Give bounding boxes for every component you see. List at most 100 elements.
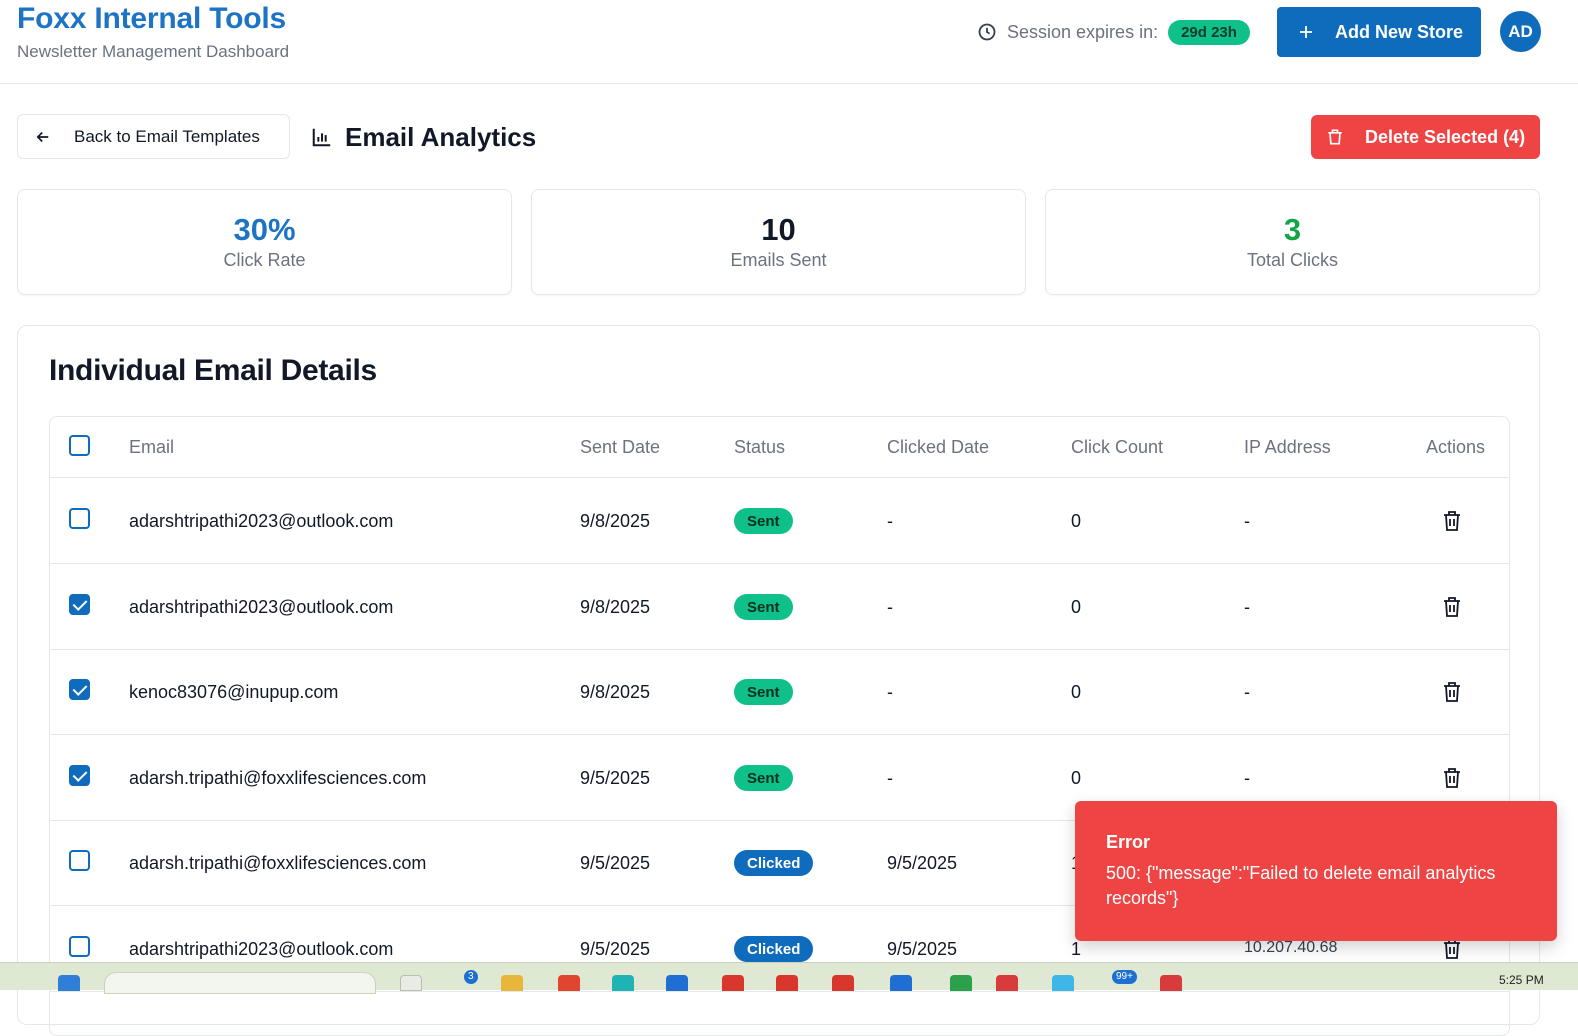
- stat-value: 10: [761, 212, 796, 247]
- row-ip-address: -: [1244, 511, 1250, 531]
- taskbar-search-box[interactable]: [104, 972, 376, 994]
- app-icon[interactable]: [558, 975, 580, 991]
- row-ip-address: 10.207.40.68: [1244, 939, 1338, 956]
- os-taskbar: 3 99+ 5:25 PM: [0, 962, 1578, 994]
- row-sent-date: 9/8/2025: [580, 511, 651, 531]
- row-click-count: 1: [1071, 939, 1082, 959]
- table-header: Email Sent Date Status Clicked Date Clic…: [50, 417, 1509, 478]
- session-badge: 29d 23h: [1168, 19, 1250, 45]
- stat-label: Emails Sent: [730, 250, 827, 270]
- row-checkbox[interactable]: [69, 594, 90, 615]
- row-clicked-date: 9/5/2025: [887, 939, 958, 959]
- add-new-store-label: Add New Store: [1335, 21, 1464, 42]
- stat-card-emails-sent: 10 Emails Sent: [531, 189, 1026, 295]
- gmail-icon[interactable]: [1160, 975, 1182, 991]
- add-new-store-button[interactable]: Add New Store: [1277, 7, 1481, 57]
- row-email: adarsh.tripathi@foxxlifesciences.com: [129, 853, 427, 873]
- row-sent-date: 9/5/2025: [580, 768, 651, 788]
- delete-row-icon[interactable]: [1442, 681, 1462, 703]
- app-title[interactable]: Foxx Internal Tools: [17, 2, 286, 36]
- row-click-count: 0: [1071, 511, 1082, 531]
- row-email: kenoc83076@inupup.com: [129, 682, 339, 702]
- app-icon[interactable]: [996, 975, 1018, 991]
- chrome-icon[interactable]: [776, 975, 798, 991]
- row-email: adarsh.tripathi@foxxlifesciences.com: [129, 768, 427, 788]
- column-header-actions: Actions: [1426, 437, 1486, 457]
- stat-card-total-clicks: 3 Total Clicks: [1045, 189, 1540, 295]
- row-ip-address: -: [1244, 597, 1250, 617]
- table-row: adarshtripathi2023@outlook.com 9/8/2025 …: [50, 478, 1509, 564]
- row-click-count: 0: [1071, 597, 1082, 617]
- column-header-email[interactable]: Email: [129, 437, 174, 458]
- row-ip-address: -: [1244, 682, 1250, 702]
- arrow-left-icon: [36, 131, 49, 142]
- row-email: adarshtripathi2023@outlook.com: [129, 511, 394, 531]
- column-header-ip-address[interactable]: IP Address: [1244, 437, 1331, 458]
- app-icon[interactable]: [950, 975, 972, 991]
- stat-value: 3: [1283, 212, 1302, 247]
- app-subtitle: Newsletter Management Dashboard: [17, 42, 290, 61]
- delete-row-icon[interactable]: [1442, 938, 1462, 960]
- row-checkbox[interactable]: [69, 508, 90, 529]
- delete-row-icon[interactable]: [1442, 767, 1462, 789]
- row-checkbox[interactable]: [69, 850, 90, 871]
- column-header-clicked-date[interactable]: Clicked Date: [887, 437, 989, 458]
- stat-label: Total Clicks: [1246, 250, 1339, 270]
- file-explorer-icon[interactable]: [501, 975, 523, 991]
- email-details-table: Email Sent Date Status Clicked Date Clic…: [49, 416, 1510, 1036]
- row-sent-date: 9/5/2025: [580, 853, 651, 873]
- page-title: Email Analytics: [345, 121, 537, 152]
- row-checkbox[interactable]: [69, 936, 90, 957]
- chrome-icon[interactable]: [832, 975, 854, 991]
- select-all-checkbox[interactable]: [69, 435, 90, 456]
- column-header-status[interactable]: Status: [734, 437, 785, 458]
- row-click-count: 0: [1071, 682, 1082, 702]
- session-label: Session expires in:: [1007, 21, 1159, 42]
- error-toast[interactable]: Error 500: {"message":"Failed to delete …: [1075, 801, 1557, 941]
- table-row: kenoc83076@inupup.com 9/8/2025 Sent - 0 …: [50, 649, 1509, 735]
- back-to-templates-button[interactable]: Back to Email Templates: [17, 114, 290, 159]
- stat-label: Click Rate: [223, 250, 306, 270]
- stat-value: 30%: [233, 212, 296, 247]
- status-badge: Clicked: [734, 850, 814, 876]
- row-clicked-date: 9/5/2025: [887, 853, 958, 873]
- taskbar-badge: 3: [464, 970, 478, 984]
- toast-message: 500: {"message":"Failed to delete email …: [1106, 863, 1496, 908]
- back-label: Back to Email Templates: [74, 126, 260, 146]
- chrome-icon[interactable]: [722, 975, 744, 991]
- status-badge: Sent: [734, 508, 793, 534]
- task-view-icon[interactable]: [400, 975, 422, 991]
- trash-icon: [1328, 129, 1342, 145]
- row-email: adarshtripathi2023@outlook.com: [129, 939, 394, 959]
- delete-selected-button[interactable]: Delete Selected (4): [1311, 115, 1540, 159]
- row-clicked-date: -: [887, 682, 893, 702]
- session-indicator: Session expires in: 29d 23h: [977, 18, 1250, 46]
- taskbar-clock[interactable]: 5:25 PM: [1499, 973, 1544, 987]
- avatar[interactable]: AD: [1500, 11, 1541, 52]
- delete-selected-label: Delete Selected (4): [1365, 126, 1526, 147]
- column-header-click-count[interactable]: Click Count: [1071, 437, 1163, 458]
- app-icon[interactable]: [1052, 975, 1074, 991]
- page-heading: Email Analytics: [311, 118, 536, 156]
- row-sent-date: 9/8/2025: [580, 597, 651, 617]
- stat-card-click-rate: 30% Click Rate: [17, 189, 512, 295]
- row-checkbox[interactable]: [69, 679, 90, 700]
- status-badge: Sent: [734, 679, 793, 705]
- bar-chart-icon: [312, 128, 331, 147]
- column-header-sent-date[interactable]: Sent Date: [580, 437, 660, 458]
- row-clicked-date: -: [887, 768, 893, 788]
- row-checkbox[interactable]: [69, 765, 90, 786]
- table-row: adarshtripathi2023@outlook.com 9/8/2025 …: [50, 564, 1509, 650]
- delete-row-icon[interactable]: [1442, 510, 1462, 532]
- row-ip-address: -: [1244, 768, 1250, 788]
- row-clicked-date: -: [887, 597, 893, 617]
- row-sent-date: 9/8/2025: [580, 682, 651, 702]
- delete-row-icon[interactable]: [1442, 596, 1462, 618]
- status-badge: Clicked: [734, 936, 814, 962]
- row-sent-date: 9/5/2025: [580, 939, 651, 959]
- app-icon[interactable]: [666, 975, 688, 991]
- app-icon[interactable]: [612, 975, 634, 991]
- windows-start-icon[interactable]: [58, 975, 80, 991]
- status-badge: Sent: [734, 765, 793, 791]
- app-icon[interactable]: [890, 975, 912, 991]
